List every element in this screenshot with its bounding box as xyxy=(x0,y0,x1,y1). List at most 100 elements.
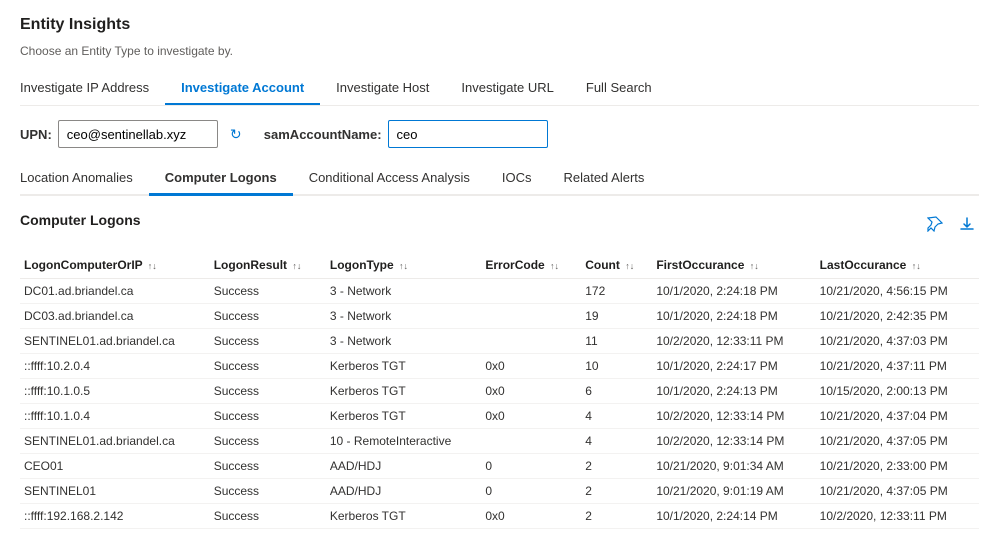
table-row: CEO01SuccessAAD/HDJ0210/21/2020, 9:01:34… xyxy=(20,454,979,479)
cell-9-4: 2 xyxy=(581,504,652,529)
table-row: ::ffff:10.1.0.4SuccessKerberos TGT0x04 10… xyxy=(20,404,979,429)
refresh-button[interactable]: ↻ xyxy=(224,122,248,146)
cell-8-2: AAD/HDJ xyxy=(326,479,481,504)
cell-1-3 xyxy=(481,304,581,329)
cell-9-1: Success xyxy=(210,504,326,529)
table-container: LogonComputerOrIP ↑↓ LogonResult ↑↓ Logo… xyxy=(20,252,979,529)
col-logon-computer[interactable]: LogonComputerOrIP ↑↓ xyxy=(20,252,210,279)
cell-1-2: 3 - Network xyxy=(326,304,481,329)
pin-button[interactable] xyxy=(923,214,947,239)
cell-2-4: 11 xyxy=(581,329,652,354)
sub-tab-computer-logons[interactable]: Computer Logons xyxy=(149,162,293,196)
download-button[interactable] xyxy=(955,214,979,239)
section-header: Computer Logons xyxy=(20,212,979,240)
upn-group: UPN: ↻ xyxy=(20,120,248,148)
cell-2-5: 10/2/2020, 12:33:11 PM xyxy=(652,329,815,354)
table-row: SENTINEL01.ad.briandel.caSuccess10 - Rem… xyxy=(20,429,979,454)
cell-8-0: SENTINEL01 xyxy=(20,479,210,504)
sub-tab-iocs[interactable]: IOCs xyxy=(486,162,548,196)
tab-investigate-host[interactable]: Investigate Host xyxy=(320,72,445,105)
table-body: DC01.ad.briandel.caSuccess3 - Network172… xyxy=(20,279,979,529)
cell-8-1: Success xyxy=(210,479,326,504)
sort-icon-logon-result: ↑↓ xyxy=(292,261,301,271)
table-row: ::ffff:192.168.2.142SuccessKerberos TGT0… xyxy=(20,504,979,529)
cell-2-3 xyxy=(481,329,581,354)
cell-9-5: 10/1/2020, 2:24:14 PM xyxy=(652,504,815,529)
cell-4-1: Success xyxy=(210,379,326,404)
col-logon-type[interactable]: LogonType ↑↓ xyxy=(326,252,481,279)
sort-icon-error-code: ↑↓ xyxy=(550,261,559,271)
cell-0-2: 3 - Network xyxy=(326,279,481,304)
cell-7-4: 2 xyxy=(581,454,652,479)
cell-4-2: Kerberos TGT xyxy=(326,379,481,404)
section-wrapper: Computer Logons LogonComputerOrIP ↑↓ xyxy=(20,212,979,529)
col-first-occurrence[interactable]: FirstOccurance ↑↓ xyxy=(652,252,815,279)
cell-4-3: 0x0 xyxy=(481,379,581,404)
cell-5-6: 10/21/2020, 4:37:04 PM xyxy=(816,404,979,429)
cell-5-4: 4 xyxy=(581,404,652,429)
cell-6-0: SENTINEL01.ad.briandel.ca xyxy=(20,429,210,454)
main-nav: Investigate IP Address Investigate Accou… xyxy=(20,72,979,106)
cell-3-3: 0x0 xyxy=(481,354,581,379)
cell-5-0: ::ffff:10.1.0.4 xyxy=(20,404,210,429)
col-last-occurrence[interactable]: LastOccurance ↑↓ xyxy=(816,252,979,279)
cell-3-0: ::ffff:10.2.0.4 xyxy=(20,354,210,379)
cell-1-0: DC03.ad.briandel.ca xyxy=(20,304,210,329)
sort-icon-last-occurrence: ↑↓ xyxy=(912,261,921,271)
sam-group: samAccountName: xyxy=(264,120,548,148)
sort-icon-logon-type: ↑↓ xyxy=(399,261,408,271)
cell-1-6: 10/21/2020, 2:42:35 PM xyxy=(816,304,979,329)
sam-input[interactable] xyxy=(388,120,548,148)
cell-1-5: 10/1/2020, 2:24:18 PM xyxy=(652,304,815,329)
col-logon-result[interactable]: LogonResult ↑↓ xyxy=(210,252,326,279)
sam-label: samAccountName: xyxy=(264,127,382,142)
cell-0-0: DC01.ad.briandel.ca xyxy=(20,279,210,304)
input-row: UPN: ↻ samAccountName: xyxy=(20,120,979,148)
subtitle: Choose an Entity Type to investigate by. xyxy=(20,44,979,58)
table-row: DC01.ad.briandel.caSuccess3 - Network172… xyxy=(20,279,979,304)
sort-icon-count: ↑↓ xyxy=(625,261,634,271)
upn-input[interactable] xyxy=(58,120,218,148)
cell-9-2: Kerberos TGT xyxy=(326,504,481,529)
sub-tab-related-alerts[interactable]: Related Alerts xyxy=(547,162,660,196)
cell-3-1: Success xyxy=(210,354,326,379)
cell-6-6: 10/21/2020, 4:37:05 PM xyxy=(816,429,979,454)
cell-2-2: 3 - Network xyxy=(326,329,481,354)
cell-5-3: 0x0 xyxy=(481,404,581,429)
cell-5-1: Success xyxy=(210,404,326,429)
cell-1-1: Success xyxy=(210,304,326,329)
sort-icon-first-occurrence: ↑↓ xyxy=(750,261,759,271)
cell-7-6: 10/21/2020, 2:33:00 PM xyxy=(816,454,979,479)
col-count[interactable]: Count ↑↓ xyxy=(581,252,652,279)
tab-full-search[interactable]: Full Search xyxy=(570,72,668,105)
cell-7-2: AAD/HDJ xyxy=(326,454,481,479)
sort-icon-logon-computer: ↑↓ xyxy=(148,261,157,271)
cell-4-6: 10/15/2020, 2:00:13 PM xyxy=(816,379,979,404)
cell-7-3: 0 xyxy=(481,454,581,479)
sub-tab-conditional-access[interactable]: Conditional Access Analysis xyxy=(293,162,486,196)
cell-8-3: 0 xyxy=(481,479,581,504)
cell-2-0: SENTINEL01.ad.briandel.ca xyxy=(20,329,210,354)
tab-investigate-ip[interactable]: Investigate IP Address xyxy=(20,72,165,105)
cell-4-5: 10/1/2020, 2:24:13 PM xyxy=(652,379,815,404)
cell-4-0: ::ffff:10.1.0.5 xyxy=(20,379,210,404)
logons-table: LogonComputerOrIP ↑↓ LogonResult ↑↓ Logo… xyxy=(20,252,979,529)
download-icon xyxy=(959,216,975,232)
page-title: Entity Insights xyxy=(20,16,979,34)
cell-2-1: Success xyxy=(210,329,326,354)
tab-investigate-url[interactable]: Investigate URL xyxy=(445,72,570,105)
cell-9-6: 10/2/2020, 12:33:11 PM xyxy=(816,504,979,529)
upn-label: UPN: xyxy=(20,127,52,142)
cell-9-3: 0x0 xyxy=(481,504,581,529)
cell-6-3 xyxy=(481,429,581,454)
cell-6-4: 4 xyxy=(581,429,652,454)
cell-0-4: 172 xyxy=(581,279,652,304)
cell-3-5: 10/1/2020, 2:24:17 PM xyxy=(652,354,815,379)
table-row: ::ffff:10.2.0.4SuccessKerberos TGT0x0101… xyxy=(20,354,979,379)
tab-investigate-account[interactable]: Investigate Account xyxy=(165,72,320,105)
cell-5-2: Kerberos TGT xyxy=(326,404,481,429)
cell-3-4: 10 xyxy=(581,354,652,379)
sub-tab-location-anomalies[interactable]: Location Anomalies xyxy=(20,162,149,196)
col-error-code[interactable]: ErrorCode ↑↓ xyxy=(481,252,581,279)
cell-7-1: Success xyxy=(210,454,326,479)
